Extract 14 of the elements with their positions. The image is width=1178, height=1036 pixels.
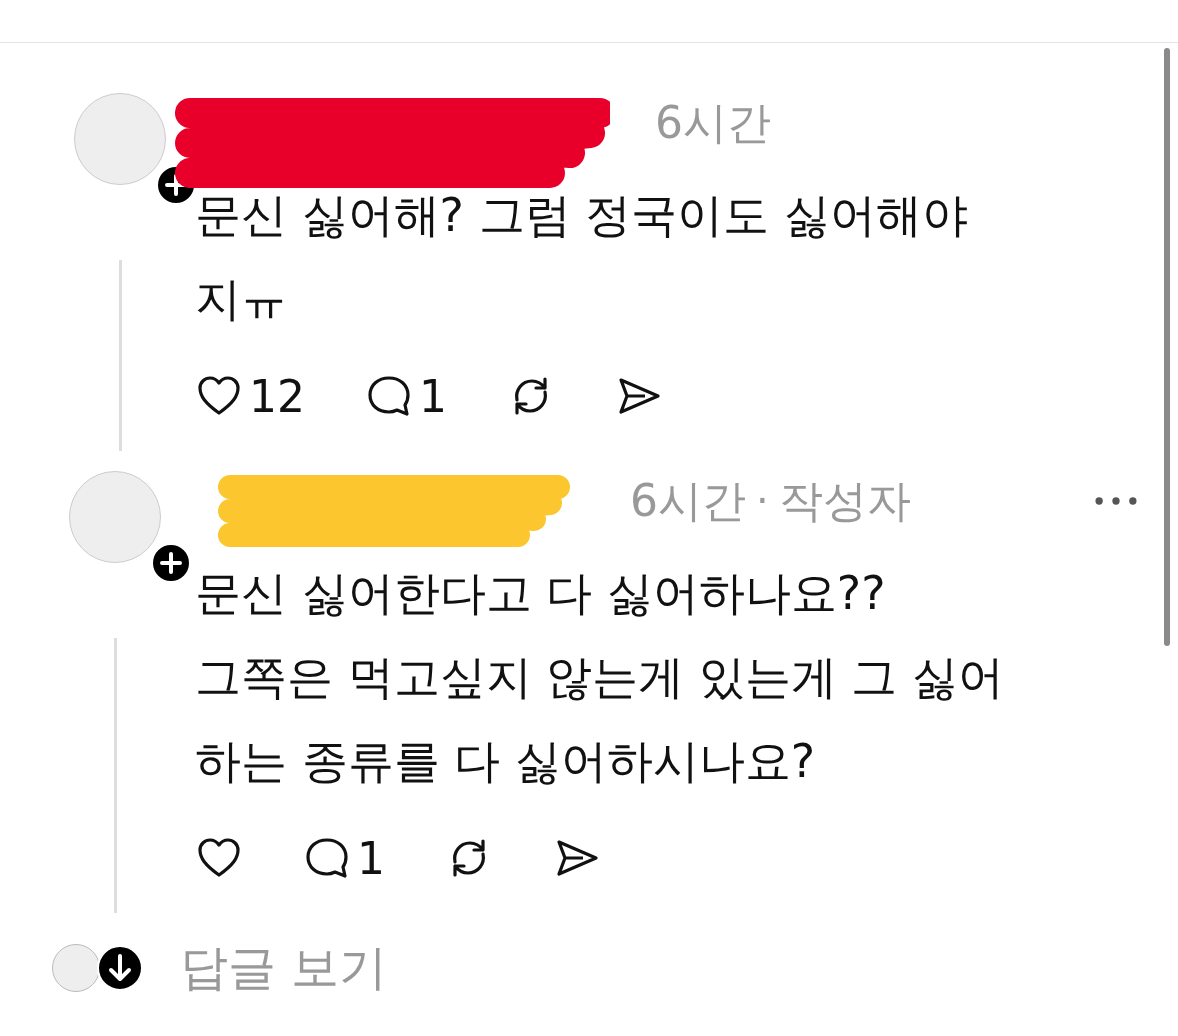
- arrow-down-icon[interactable]: [96, 944, 144, 992]
- reply-button[interactable]: 1: [365, 370, 447, 422]
- separator-dot: ·: [756, 478, 769, 524]
- timestamp: 6시간: [655, 95, 771, 150]
- plus-icon[interactable]: [151, 543, 191, 583]
- like-button[interactable]: 12: [195, 370, 305, 422]
- comment-text: 문신 싫어해? 그럼 정국이도 싫어해야 지ㅠ: [195, 187, 969, 328]
- scrollbar[interactable]: [1164, 48, 1170, 646]
- reply-button[interactable]: 1: [303, 832, 385, 884]
- author-label: 작성자: [778, 473, 911, 528]
- plus-icon[interactable]: [156, 165, 196, 205]
- timestamp: 6시간: [630, 473, 746, 528]
- more-icon[interactable]: [1094, 495, 1138, 507]
- comment-text: 문신 싫어한다고 다 싫어하나요?? 그쪽은 먹고싶지 않는게 있는게 그 싫어 하는 종류를 다 싫어하시나요?: [195, 565, 1006, 790]
